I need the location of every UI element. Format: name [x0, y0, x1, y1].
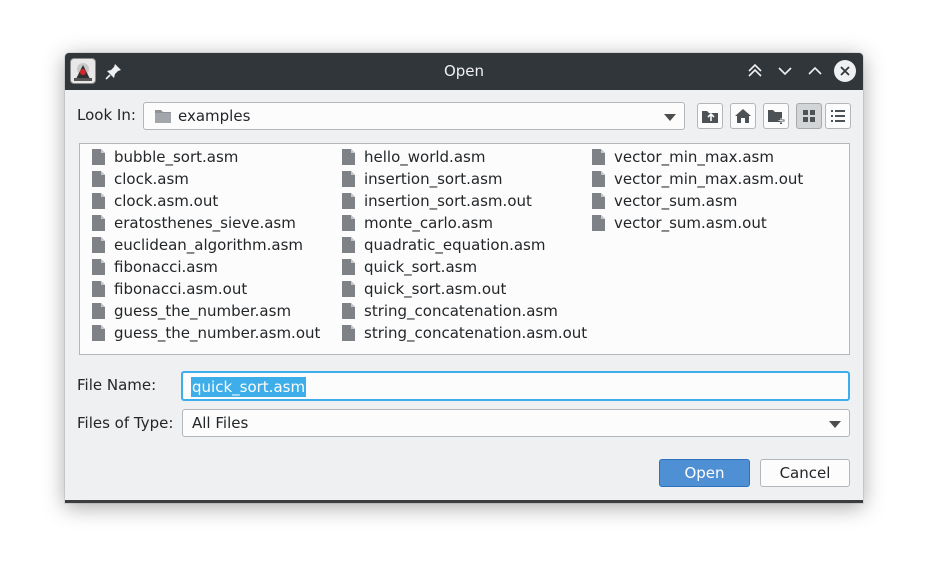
file-item[interactable]: vector_min_max.asm [580, 146, 803, 168]
file-icon [342, 259, 355, 275]
file-icon [92, 215, 105, 231]
file-name: clock.asm.out [114, 192, 219, 210]
file-icon [92, 171, 105, 187]
file-type-value: All Files [192, 414, 249, 432]
file-icon [592, 149, 605, 165]
file-name: quadratic_equation.asm [364, 236, 546, 254]
file-item[interactable]: monte_carlo.asm [330, 212, 587, 234]
file-icon [92, 237, 105, 253]
file-icon [342, 149, 355, 165]
file-item[interactable]: euclidean_algorithm.asm [80, 234, 320, 256]
file-item[interactable]: guess_the_number.asm.out [80, 322, 320, 344]
up-one-level-button[interactable] [697, 103, 723, 129]
file-item[interactable]: clock.asm [80, 168, 320, 190]
file-type-label: Files of Type: [77, 414, 174, 432]
file-icon [342, 303, 355, 319]
file-icon [92, 259, 105, 275]
file-icon [342, 215, 355, 231]
file-item[interactable]: quick_sort.asm.out [330, 278, 587, 300]
new-folder-button[interactable] [763, 103, 789, 129]
file-icon [592, 193, 605, 209]
file-icon [342, 193, 355, 209]
folder-icon [154, 108, 172, 128]
file-item[interactable]: quick_sort.asm [330, 256, 587, 278]
look-in-value: examples [178, 107, 251, 125]
file-column-2: hello_world.asm insertion_sort.asminserti… [330, 146, 587, 344]
file-icon [92, 149, 105, 165]
file-name: vector_min_max.asm.out [614, 170, 804, 188]
file-name-input[interactable]: quick_sort.asm [181, 371, 850, 401]
file-item[interactable]: hello_world.asm [330, 146, 587, 168]
file-item[interactable]: bubble_sort.asm [80, 146, 320, 168]
keep-above-icon[interactable] [744, 60, 766, 82]
open-dialog: Open Look In: examples bubble_sort.asm c… [65, 53, 863, 503]
file-name: guess_the_number.asm.out [114, 324, 321, 342]
title-bar[interactable]: Open [65, 53, 863, 90]
file-name-label: File Name: [77, 376, 157, 394]
file-item[interactable]: string_concatenation.asm [330, 300, 587, 322]
file-name: fibonacci.asm [114, 258, 218, 276]
file-icon [342, 281, 355, 297]
file-list[interactable]: bubble_sort.asm clock.asm clock.asm.out era… [79, 143, 850, 355]
chevron-down-icon[interactable] [664, 114, 676, 121]
file-item[interactable]: fibonacci.asm [80, 256, 320, 278]
file-column-1: bubble_sort.asm clock.asm clock.asm.out era… [80, 146, 320, 344]
look-in-label: Look In: [77, 106, 136, 124]
maximize-icon[interactable] [804, 60, 826, 82]
file-name: quick_sort.asm.out [364, 280, 507, 298]
file-column-3: vector_min_max.asm vector_min_max.asm.out… [580, 146, 803, 234]
file-icon [92, 303, 105, 319]
file-name: string_concatenation.asm [364, 302, 558, 320]
file-name: eratosthenes_sieve.asm [114, 214, 296, 232]
home-button[interactable] [730, 103, 756, 129]
file-name: string_concatenation.asm.out [364, 324, 588, 342]
file-name: monte_carlo.asm [364, 214, 493, 232]
file-item[interactable]: vector_sum.asm [580, 190, 803, 212]
file-icon [342, 325, 355, 341]
file-name: vector_min_max.asm [614, 148, 774, 166]
details-view-button[interactable] [825, 103, 851, 129]
file-type-combo[interactable]: All Files [182, 409, 850, 437]
file-name: quick_sort.asm [364, 258, 478, 276]
file-name: bubble_sort.asm [114, 148, 239, 166]
minimize-icon[interactable] [774, 60, 796, 82]
file-item[interactable]: insertion_sort.asm.out [330, 190, 587, 212]
file-icon [92, 281, 105, 297]
file-icon [342, 171, 355, 187]
close-icon[interactable] [834, 60, 856, 82]
file-icon [92, 193, 105, 209]
file-item[interactable]: clock.asm.out [80, 190, 320, 212]
file-icon [342, 237, 355, 253]
file-item[interactable]: quadratic_equation.asm [330, 234, 587, 256]
file-name: vector_sum.asm [614, 192, 738, 210]
file-name: insertion_sort.asm [364, 170, 503, 188]
file-icon [92, 325, 105, 341]
file-name: insertion_sort.asm.out [364, 192, 532, 210]
chevron-down-icon[interactable] [829, 421, 841, 428]
file-icon [592, 215, 605, 231]
open-button[interactable]: Open [659, 459, 750, 487]
file-name-value: quick_sort.asm [191, 377, 307, 397]
file-item[interactable]: insertion_sort.asm [330, 168, 587, 190]
file-name: hello_world.asm [364, 148, 486, 166]
file-name: guess_the_number.asm [114, 302, 292, 320]
file-name: clock.asm [114, 170, 189, 188]
file-icon [592, 171, 605, 187]
list-view-button[interactable] [796, 103, 822, 129]
file-item[interactable]: vector_sum.asm.out [580, 212, 803, 234]
file-item[interactable]: string_concatenation.asm.out [330, 322, 587, 344]
look-in-combo[interactable]: examples [143, 102, 685, 130]
cancel-button[interactable]: Cancel [760, 459, 850, 487]
file-name: fibonacci.asm.out [114, 280, 248, 298]
file-item[interactable]: guess_the_number.asm [80, 300, 320, 322]
file-name: euclidean_algorithm.asm [114, 236, 304, 254]
file-name: vector_sum.asm.out [614, 214, 767, 232]
file-item[interactable]: vector_min_max.asm.out [580, 168, 803, 190]
file-item[interactable]: fibonacci.asm.out [80, 278, 320, 300]
file-item[interactable]: eratosthenes_sieve.asm [80, 212, 320, 234]
